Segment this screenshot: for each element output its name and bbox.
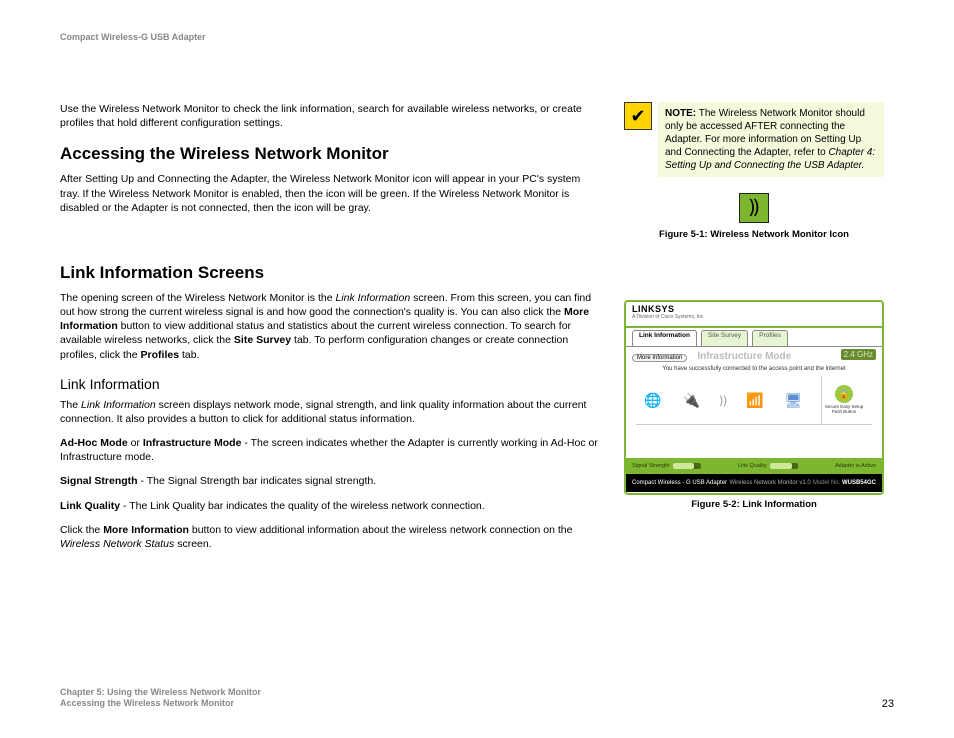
link-quality-bar	[770, 463, 798, 469]
footer-chapter-info: Chapter 5: Using the Wireless Network Mo…	[60, 687, 261, 710]
lock-icon[interactable]: 🔒	[835, 385, 853, 403]
wireless-monitor-icon: ⸩	[739, 193, 769, 223]
paragraph-link-overview: The opening screen of the Wireless Netwo…	[60, 291, 600, 362]
text-fragment: tab.	[179, 349, 199, 361]
paragraph-more-info: Click the More Information button to vie…	[60, 523, 600, 551]
connection-message: You have successfully connected to the a…	[632, 366, 876, 372]
screenshot-header: LINKSYS A Division of Cisco Systems, Inc…	[626, 302, 882, 328]
tab-profiles[interactable]: Profiles	[752, 330, 788, 346]
signal-strength-label: Signal Strength	[632, 463, 670, 469]
paragraph-mode: Ad-Hoc Mode or Infrastructure Mode - The…	[60, 436, 600, 464]
figure-2-caption: Figure 5-2: Link Information	[624, 499, 884, 510]
model-number: Model No. WUSB54GC	[813, 480, 876, 486]
adapter-active-label: Adapter is Active	[835, 463, 876, 469]
linksys-logo: LINKSYS	[632, 304, 876, 314]
text-fragment: or	[128, 437, 143, 449]
footer-line-2: Accessing the Wireless Network Monitor	[60, 698, 261, 710]
header-product: Compact Wireless-G USB Adapter	[60, 32, 894, 42]
heading-accessing: Accessing the Wireless Network Monitor	[60, 144, 600, 164]
figure-2-screenshot: LINKSYS A Division of Cisco Systems, Inc…	[624, 300, 884, 495]
text-fragment: - The Signal Strength bar indicates sign…	[138, 475, 377, 487]
text-bold: Site Survey	[234, 334, 291, 346]
heading-link-info-screens: Link Information Screens	[60, 263, 600, 283]
text-bold: Signal Strength	[60, 475, 138, 487]
main-column: Use the Wireless Network Monitor to chec…	[60, 102, 600, 561]
text-bold: More Information	[103, 524, 189, 536]
usb-adapter-icon: 🔌	[681, 389, 703, 411]
side-column: ✔ NOTE: The Wireless Network Monitor sho…	[624, 102, 884, 561]
note-callout: ✔ NOTE: The Wireless Network Monitor sho…	[624, 102, 884, 177]
page-number: 23	[882, 698, 894, 710]
text-italic: Link Information	[335, 292, 410, 304]
router-icon: 📶	[744, 389, 766, 411]
text-fragment: The opening screen of the Wireless Netwo…	[60, 292, 335, 304]
page-footer: Chapter 5: Using the Wireless Network Mo…	[60, 687, 894, 710]
text-bold: Link Quality	[60, 500, 120, 512]
text-fragment: The	[60, 399, 81, 411]
secure-setup-label: Secure Easy Setup Push Button	[822, 405, 866, 415]
link-quality-group: Link Quality	[738, 463, 798, 469]
paragraph-link-quality: Link Quality - The Link Quality bar indi…	[60, 499, 600, 513]
figure-1-icon-wrap: ⸩	[624, 193, 884, 223]
text-fragment: screen.	[174, 538, 211, 550]
connection-graphic: 🌐 🔌 )) 📶 🖥 🔒 Secure Easy Setup Push Butt…	[636, 376, 872, 425]
screenshot-tabs: Link Information Site Survey Profiles	[626, 328, 882, 346]
screenshot-body: More Information Infrastructure Mode 2.4…	[626, 346, 882, 458]
pc-icon: 🖥	[782, 389, 804, 411]
paragraph-accessing: After Setting Up and Connecting the Adap…	[60, 172, 600, 215]
status-bars: Signal Strength Link Quality Adapter is …	[626, 458, 882, 474]
mode-label: Infrastructure Mode	[697, 351, 791, 362]
text-bold: Infrastructure Mode	[143, 437, 242, 449]
screenshot-footer: Compact Wireless - G USB Adapter Wireles…	[626, 474, 882, 492]
intro-paragraph: Use the Wireless Network Monitor to chec…	[60, 102, 600, 130]
text-fragment: button to view additional information ab…	[189, 524, 572, 536]
signal-strength-group: Signal Strength	[632, 463, 701, 469]
tab-link-information[interactable]: Link Information	[632, 330, 697, 346]
globe-icon: 🌐	[642, 389, 664, 411]
product-name: Compact Wireless - G USB Adapter	[632, 480, 727, 486]
paragraph-link-info-desc: The Link Information screen displays net…	[60, 398, 600, 426]
ghz-badge: 2.4 GHz	[841, 349, 876, 360]
paragraph-signal-strength: Signal Strength - The Signal Strength ba…	[60, 474, 600, 488]
figure-1-caption: Figure 5-1: Wireless Network Monitor Ico…	[624, 229, 884, 240]
linksys-sublogo: A Division of Cisco Systems, Inc.	[632, 314, 876, 320]
text-fragment: - The Link Quality bar indicates the qua…	[120, 500, 485, 512]
tab-site-survey[interactable]: Site Survey	[701, 330, 748, 346]
warning-icon: ✔	[624, 102, 652, 130]
footer-line-1: Chapter 5: Using the Wireless Network Mo…	[60, 687, 261, 699]
text-fragment: Click the	[60, 524, 103, 536]
subheading-link-information: Link Information	[60, 376, 600, 392]
text-bold: Profiles	[141, 349, 180, 361]
more-information-button[interactable]: More Information	[632, 354, 687, 362]
text-bold: Ad-Hoc Mode	[60, 437, 128, 449]
secure-setup-panel: 🔒 Secure Easy Setup Push Button	[821, 376, 866, 424]
monitor-version: Wireless Network Monitor v1.0	[729, 480, 810, 486]
note-box: NOTE: The Wireless Network Monitor shoul…	[658, 102, 884, 177]
text-italic: Link Information	[81, 399, 156, 411]
signal-waves-icon: ))	[719, 393, 727, 407]
link-quality-label: Link Quality	[738, 463, 767, 469]
signal-strength-bar	[673, 463, 701, 469]
note-label: NOTE:	[665, 108, 696, 119]
text-italic: Wireless Network Status	[60, 538, 174, 550]
